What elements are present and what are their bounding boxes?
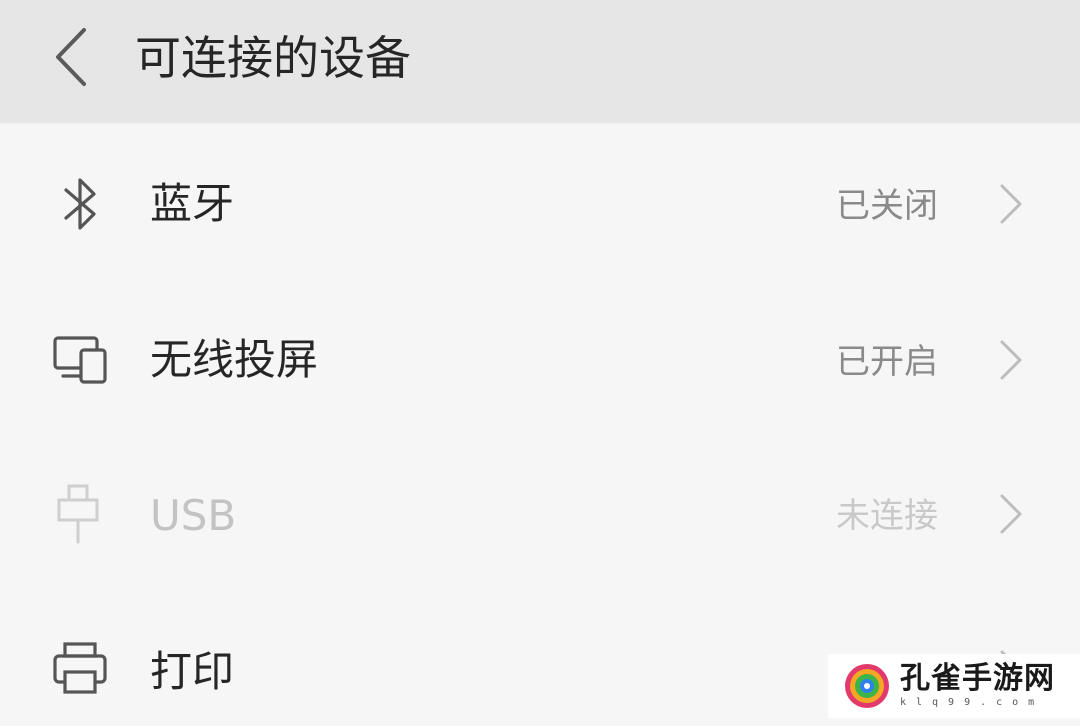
app-bar: 可连接的设备 xyxy=(0,0,1080,122)
row-usb[interactable]: USB 未连接 xyxy=(0,452,1080,572)
row-status: 未连接 xyxy=(836,496,938,536)
row-label: 无线投屏 xyxy=(150,335,319,384)
page-title: 可连接的设备 xyxy=(135,31,411,85)
watermark-name: 孔雀手游网 xyxy=(900,661,1055,696)
peacock-logo-icon xyxy=(842,661,892,711)
bluetooth-icon xyxy=(48,172,112,236)
row-status: 已开启 xyxy=(836,342,938,382)
row-wireless-display[interactable]: 无线投屏 已开启 xyxy=(0,298,1080,418)
chevron-right-icon xyxy=(996,492,1026,536)
chevron-right-icon xyxy=(996,182,1026,226)
usb-icon xyxy=(48,482,112,546)
row-label: 蓝牙 xyxy=(150,179,235,228)
row-status: 已关闭 xyxy=(836,186,938,226)
back-button[interactable] xyxy=(44,22,104,92)
row-label: 打印 xyxy=(150,647,235,696)
row-label: USB xyxy=(150,491,237,540)
watermark: 孔雀手游网 klq99.com xyxy=(828,654,1080,718)
watermark-url: klq99.com xyxy=(900,697,1045,708)
chevron-left-icon xyxy=(56,28,86,86)
printer-icon xyxy=(48,638,112,702)
row-bluetooth[interactable]: 蓝牙 已关闭 xyxy=(0,144,1080,264)
chevron-right-icon xyxy=(996,338,1026,382)
wireless-display-icon xyxy=(48,328,112,392)
